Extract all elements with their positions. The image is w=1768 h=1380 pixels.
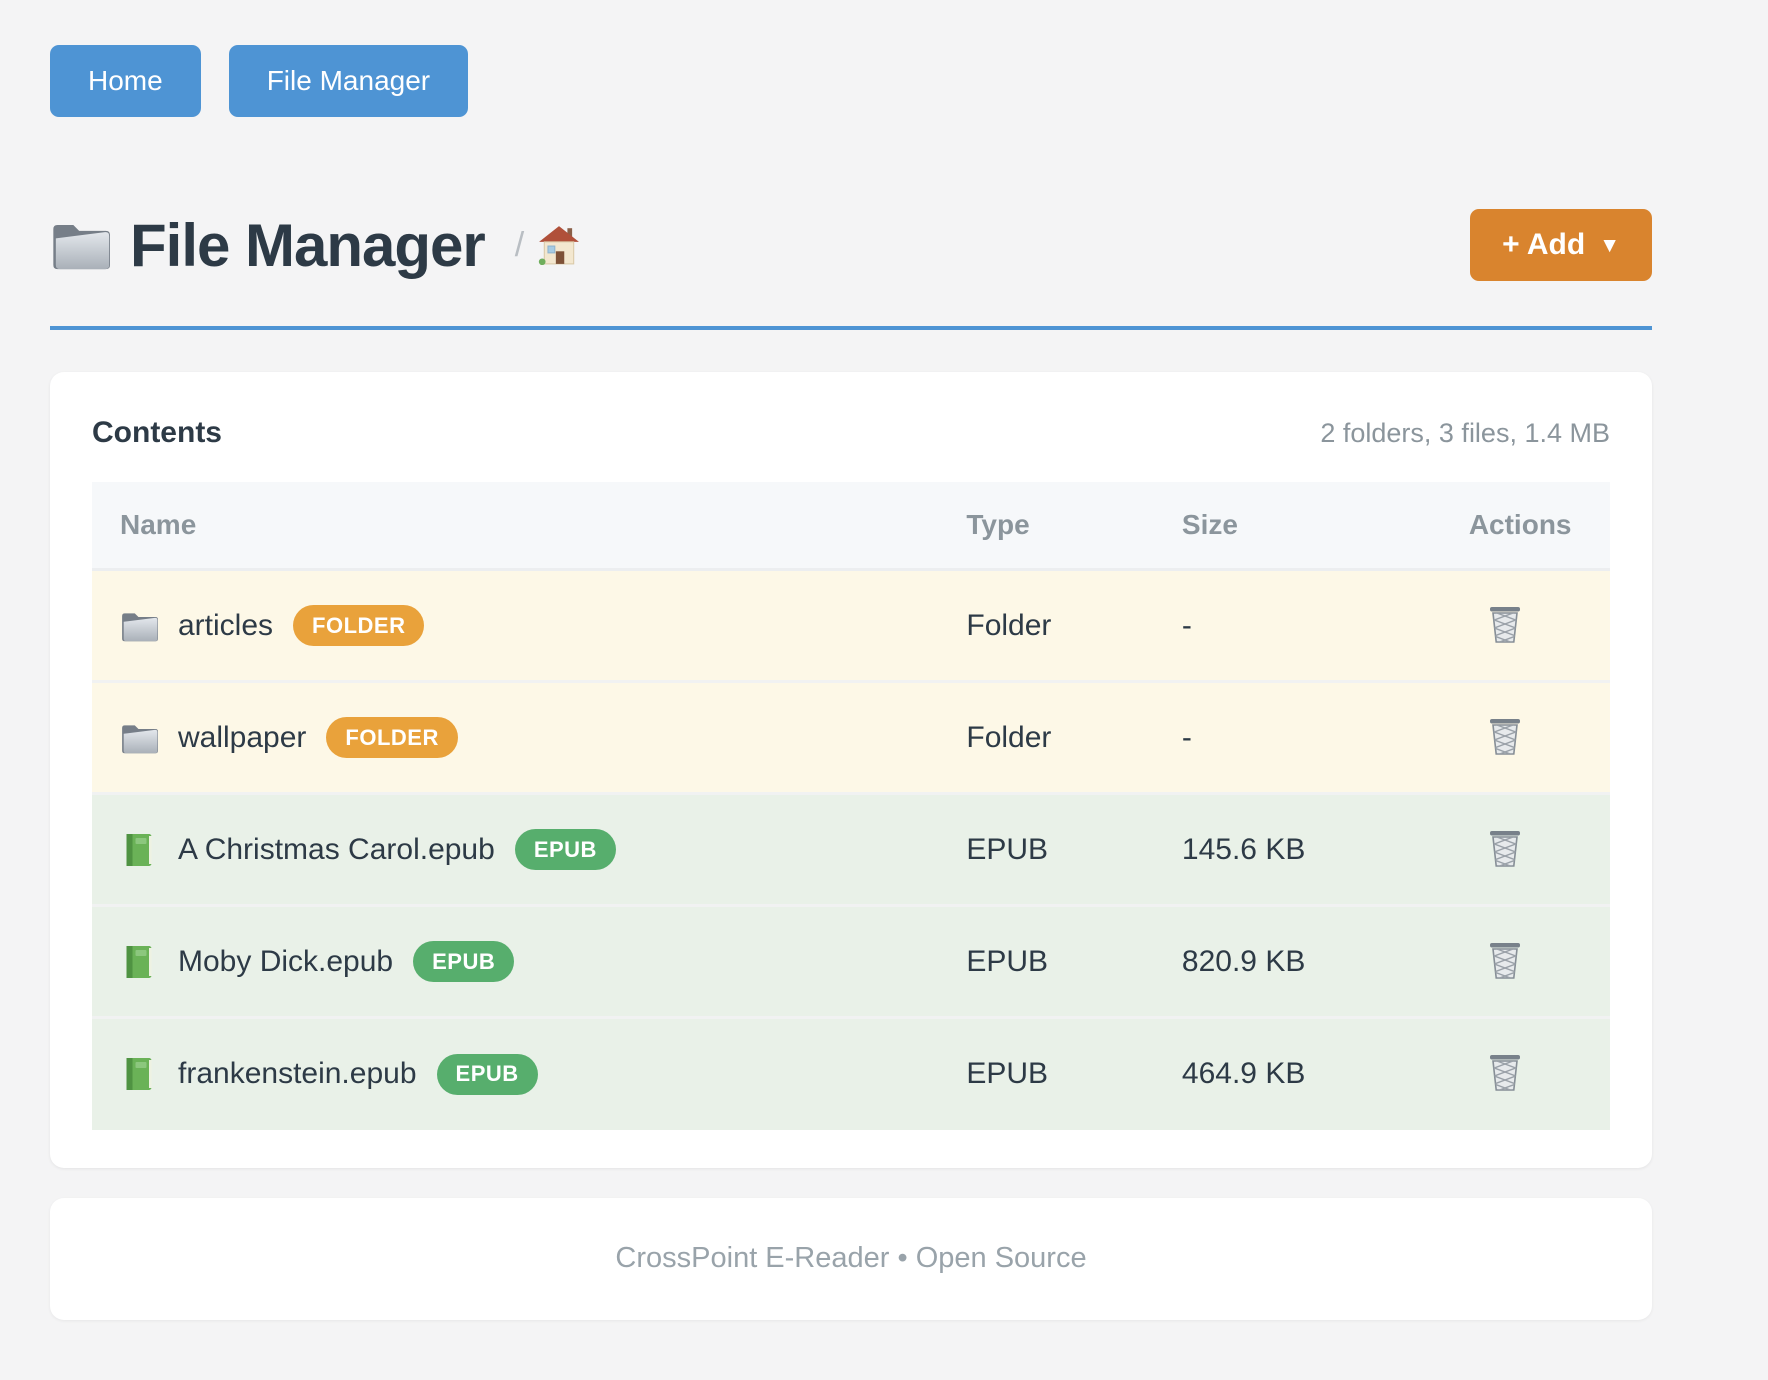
page-header: File Manager / + Add ▼ xyxy=(50,209,1652,281)
table-row: articles FOLDER Folder - xyxy=(92,570,1610,682)
delete-button[interactable] xyxy=(1483,824,1527,872)
delete-button[interactable] xyxy=(1483,1048,1527,1096)
folder-icon xyxy=(120,721,158,755)
top-nav: Home File Manager xyxy=(50,45,1652,117)
title-divider xyxy=(50,326,1652,330)
green-book-icon xyxy=(120,945,158,979)
green-book-icon xyxy=(120,833,158,867)
size-cell: 820.9 KB xyxy=(1182,906,1469,1018)
contents-summary: 2 folders, 3 files, 1.4 MB xyxy=(1320,418,1610,449)
type-cell: EPUB xyxy=(966,1018,1182,1130)
name-cell: A Christmas Carol.epub EPUB xyxy=(92,829,966,870)
type-badge: EPUB xyxy=(437,1054,538,1095)
file-table-header: Name Type Size Actions xyxy=(92,482,1610,570)
size-cell: - xyxy=(1182,570,1469,682)
name-cell: wallpaper FOLDER xyxy=(92,717,966,758)
file-name[interactable]: wallpaper xyxy=(178,721,306,755)
add-button-label: + Add xyxy=(1502,228,1585,262)
name-cell: frankenstein.epub EPUB xyxy=(92,1054,966,1095)
folder-icon xyxy=(50,219,110,271)
file-name[interactable]: Moby Dick.epub xyxy=(178,945,393,979)
trash-icon xyxy=(1487,716,1523,756)
type-badge: FOLDER xyxy=(326,717,457,758)
size-cell: - xyxy=(1182,682,1469,794)
type-cell: EPUB xyxy=(966,794,1182,906)
name-cell: articles FOLDER xyxy=(92,605,966,646)
table-row: Moby Dick.epub EPUB EPUB 820.9 KB xyxy=(92,906,1610,1018)
type-cell: Folder xyxy=(966,682,1182,794)
type-badge: EPUB xyxy=(515,829,616,870)
table-row: wallpaper FOLDER Folder - xyxy=(92,682,1610,794)
table-row: frankenstein.epub EPUB EPUB 464.9 KB xyxy=(92,1018,1610,1130)
type-cell: Folder xyxy=(966,570,1182,682)
file-table-body: articles FOLDER Folder - wallpaper FOLDE… xyxy=(92,570,1610,1130)
delete-button[interactable] xyxy=(1483,936,1527,984)
delete-button[interactable] xyxy=(1483,600,1527,648)
type-badge: EPUB xyxy=(413,941,514,982)
breadcrumb: / xyxy=(515,226,524,265)
column-header-type: Type xyxy=(966,482,1182,570)
file-table: Name Type Size Actions articles FOLDER F… xyxy=(92,482,1610,1130)
page-title: File Manager xyxy=(130,211,485,280)
file-manager-button[interactable]: File Manager xyxy=(229,45,468,117)
trash-icon xyxy=(1487,604,1523,644)
home-button[interactable]: Home xyxy=(50,45,201,117)
type-badge: FOLDER xyxy=(293,605,424,646)
column-header-name: Name xyxy=(92,482,966,570)
house-icon[interactable] xyxy=(538,225,580,265)
trash-icon xyxy=(1487,828,1523,868)
add-button[interactable]: + Add ▼ xyxy=(1470,209,1652,281)
chevron-down-icon: ▼ xyxy=(1599,234,1620,258)
size-cell: 145.6 KB xyxy=(1182,794,1469,906)
delete-button[interactable] xyxy=(1483,712,1527,760)
size-cell: 464.9 KB xyxy=(1182,1018,1469,1130)
column-header-actions: Actions xyxy=(1469,482,1610,570)
contents-title: Contents xyxy=(92,416,222,450)
file-name[interactable]: articles xyxy=(178,609,273,643)
folder-icon xyxy=(120,609,158,643)
trash-icon xyxy=(1487,1052,1523,1092)
green-book-icon xyxy=(120,1057,158,1091)
file-name[interactable]: frankenstein.epub xyxy=(178,1057,417,1091)
contents-card-header: Contents 2 folders, 3 files, 1.4 MB xyxy=(92,416,1610,450)
contents-card: Contents 2 folders, 3 files, 1.4 MB Name… xyxy=(50,372,1652,1168)
name-cell: Moby Dick.epub EPUB xyxy=(92,941,966,982)
footer: CrossPoint E-Reader • Open Source xyxy=(50,1198,1652,1320)
table-row: A Christmas Carol.epub EPUB EPUB 145.6 K… xyxy=(92,794,1610,906)
page: Home File Manager File Manager / + Add ▼… xyxy=(0,0,1702,1320)
trash-icon xyxy=(1487,940,1523,980)
footer-text: CrossPoint E-Reader • Open Source xyxy=(615,1242,1086,1275)
file-name[interactable]: A Christmas Carol.epub xyxy=(178,833,495,867)
type-cell: EPUB xyxy=(966,906,1182,1018)
column-header-size: Size xyxy=(1182,482,1469,570)
